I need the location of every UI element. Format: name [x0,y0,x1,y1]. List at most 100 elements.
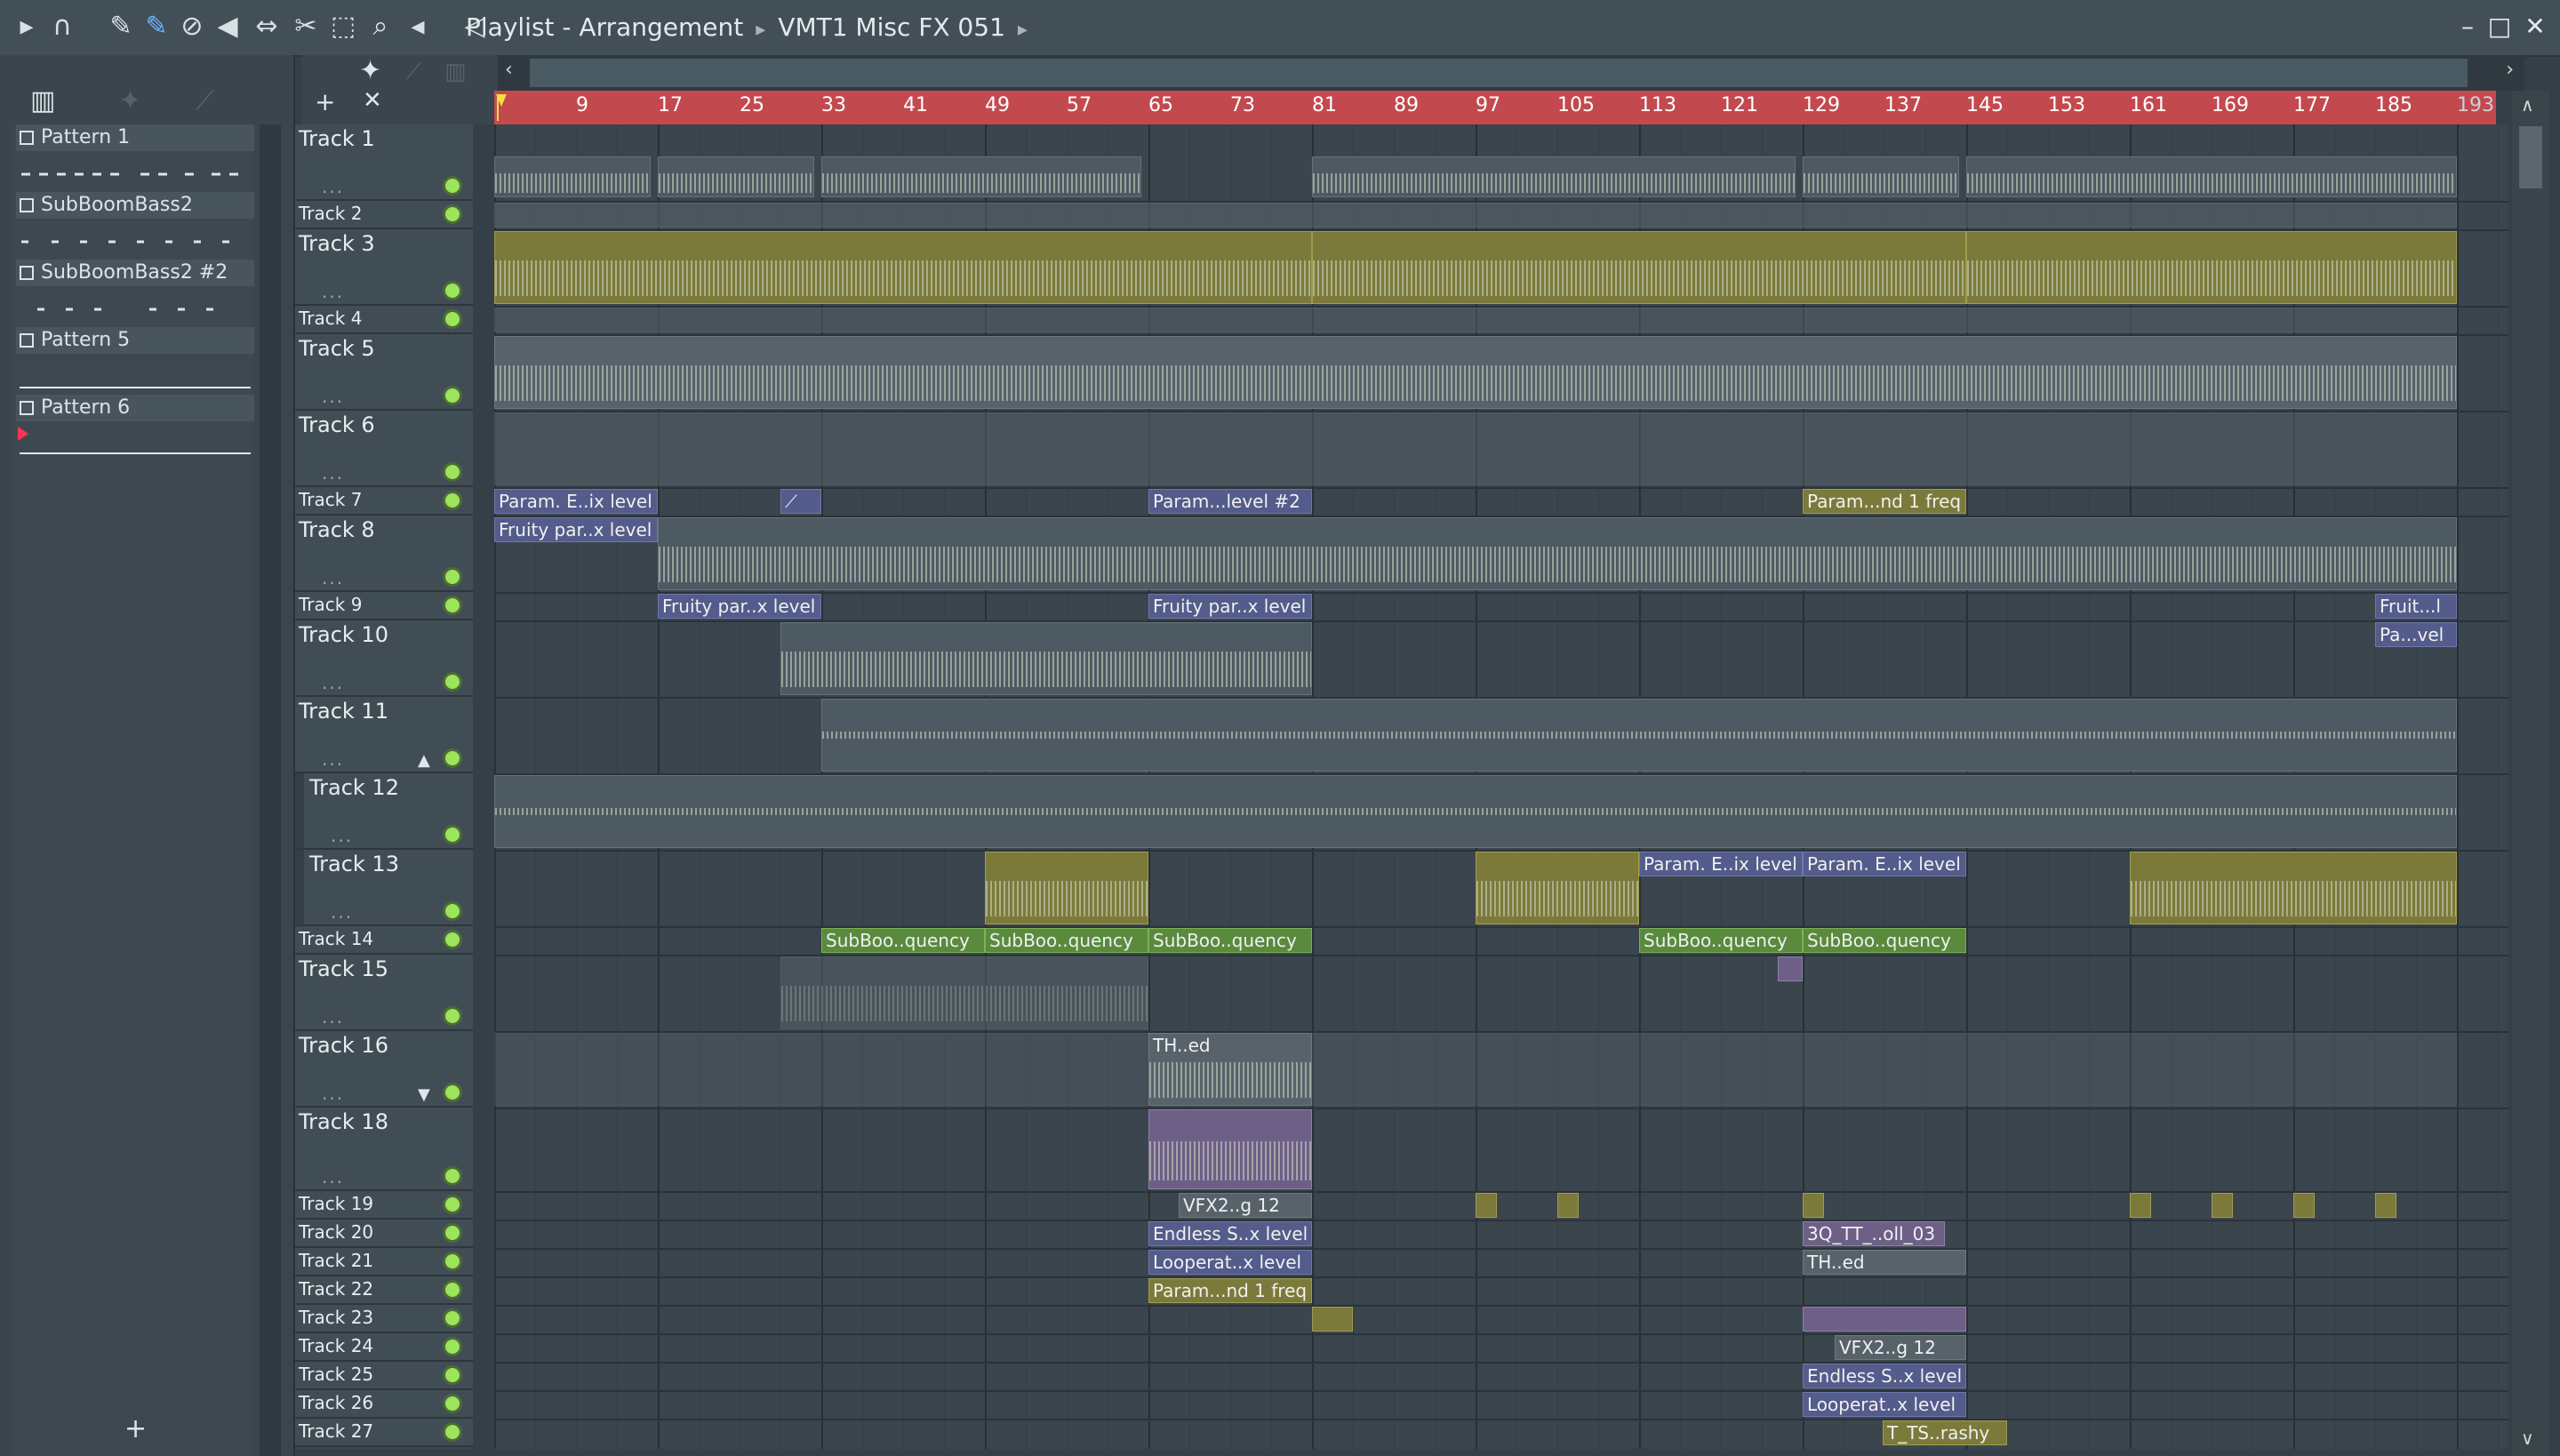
pattern-clip[interactable] [1803,156,1959,197]
overview-thumb[interactable] [530,59,2468,87]
automation-clip[interactable] [2293,1193,2315,1218]
track-mute-led-icon[interactable] [443,1337,462,1356]
track-mute-led-icon[interactable] [443,1280,462,1300]
track-header[interactable]: Track 23 [295,1305,473,1333]
track-mute-led-icon[interactable] [443,462,462,482]
track-header[interactable]: Track 27 [295,1419,473,1447]
track-header[interactable]: Track 21 [295,1248,473,1276]
track-header[interactable]: Track 10... [295,620,473,697]
magnet-icon[interactable]: ∩ [44,9,80,44]
track-header[interactable]: Track 14 [295,926,473,955]
automation-clip[interactable]: SubBoo..quency [1148,928,1312,953]
breadcrumb-item[interactable]: VMT1 Misc FX 051 [778,8,1005,47]
track-mute-led-icon[interactable] [443,1195,462,1214]
track-mute-led-icon[interactable] [443,901,462,921]
track-mute-led-icon[interactable] [443,1223,462,1243]
pattern-clip[interactable] [821,699,2457,772]
track-header[interactable]: Track 9 [295,592,473,620]
mute-icon[interactable]: ◀ [210,9,245,44]
automation-clip[interactable] [1803,1193,1824,1218]
track-header[interactable]: Track 2 [295,201,473,229]
automation-clip[interactable]: Param. E..ix level [1639,852,1803,876]
track-header[interactable]: Track 24 [295,1333,473,1362]
audio-clip[interactable]: 3Q_TT_..oll_03 [1803,1221,1945,1246]
audio-clip[interactable] [985,852,1148,924]
track-mute-led-icon[interactable] [443,1422,462,1442]
track-mute-led-icon[interactable] [443,1083,462,1102]
track-mute-led-icon[interactable] [443,672,462,692]
track-header[interactable]: Track 20 [295,1220,473,1248]
pattern-clip[interactable] [494,308,2457,332]
automation-clip[interactable]: Param. E..ix level [494,489,658,514]
pencil-icon[interactable]: ✎ [103,9,139,44]
automation-clip[interactable]: Param...nd 1 freq [1803,489,1966,514]
audio-clip[interactable]: T_TS..rashy [1883,1420,2007,1445]
automation-clip[interactable] [2130,1193,2151,1218]
piano-icon[interactable]: ▥ [444,59,467,85]
audio-clip[interactable]: TH..ed [1148,1033,1312,1106]
track-mute-led-icon[interactable] [443,204,462,224]
slice-icon[interactable]: ✂ [288,9,324,44]
track-mute-led-icon[interactable] [443,748,462,768]
add-pattern-button[interactable]: + [124,1413,147,1444]
automation-clip[interactable]: Param...nd 1 freq [1148,1278,1312,1303]
track-header[interactable]: Track 25 [295,1362,473,1390]
audio-clip[interactable]: VFX2..g 12 [1835,1335,1966,1360]
pattern-item[interactable]: Pattern 5 [16,327,254,354]
track-mute-led-icon[interactable] [443,1365,462,1385]
automation-icon[interactable]: ⟋ [196,85,214,116]
scrollbar-thumb[interactable] [2519,126,2542,188]
track-header[interactable]: Track 3... [295,229,473,306]
scroll-left-icon[interactable]: ‹ [505,59,513,81]
track-mute-led-icon[interactable] [443,1308,462,1328]
track-header[interactable]: Track 12... [295,773,473,850]
pattern-clip[interactable] [780,622,1312,695]
scroll-up-icon[interactable]: ∧ [2521,94,2534,116]
automation-clip[interactable]: Looperat..x level [1148,1250,1312,1275]
track-mute-led-icon[interactable] [443,491,462,510]
track-header[interactable]: Track 18... [295,1108,473,1191]
track-mute-led-icon[interactable] [443,825,462,844]
automation-clip[interactable]: Looperat..x level [1803,1392,1966,1417]
track-mute-led-icon[interactable] [443,1006,462,1026]
pattern-item[interactable]: Pattern 1 [16,124,254,151]
brush-icon[interactable]: ✎ [139,9,174,44]
audio-clip[interactable] [1803,1307,1966,1332]
automation-clip[interactable]: SubBoo..quency [1639,928,1803,953]
track-mute-led-icon[interactable] [443,596,462,615]
select-icon[interactable]: ⬚ [325,9,361,44]
audio-clip[interactable] [494,231,1312,304]
playlist-grid[interactable]: Param. E..ix level ⟋ Param...level #2 Pa… [494,124,2508,1449]
track-mute-led-icon[interactable] [443,1394,462,1413]
collapse-up-icon[interactable]: ▲ [418,751,430,770]
audio-clip[interactable] [780,956,1148,1029]
audio-clip[interactable] [2130,852,2457,924]
audio-clip[interactable] [1476,852,1639,924]
track-mute-led-icon[interactable] [443,281,462,300]
breadcrumb-item[interactable]: Playlist - Arrangement [466,8,743,47]
audio-clip[interactable] [1778,956,1803,981]
automation-clip[interactable]: ⟋ [780,489,821,514]
waveform-icon[interactable]: ✦ [119,85,141,116]
delete-icon[interactable]: ⊘ [174,9,210,44]
pattern-clip[interactable] [658,156,814,197]
slip-icon[interactable]: ⇔ [249,9,284,44]
track-mute-led-icon[interactable] [443,567,462,587]
pattern-clip[interactable] [658,517,2457,590]
track-mute-led-icon[interactable] [443,1166,462,1186]
track-header[interactable]: Track 5... [295,334,473,411]
track-mute-led-icon[interactable] [443,309,462,329]
add-track-icon[interactable]: + [315,87,335,116]
pattern-item[interactable]: SubBoomBass2 #2 [16,260,254,286]
song-position-marker-icon[interactable] [496,94,508,121]
track-header[interactable]: Track 8... [295,516,473,592]
track-mute-led-icon[interactable] [443,176,462,196]
automation-clip[interactable]: Fruity par..x level [658,594,821,619]
pattern-item[interactable]: SubBoomBass2 [16,192,254,219]
scroll-right-icon[interactable]: › [2506,59,2514,81]
browser-scrollbar[interactable] [260,124,281,1456]
bar-ruler[interactable]: 9 17 25 33 41 49 57 65 73 81 89 97 105 1… [494,91,2496,124]
pattern-clip[interactable] [494,203,2457,228]
automation-clip[interactable] [2212,1193,2233,1218]
track-header[interactable]: Track 6... [295,411,473,487]
